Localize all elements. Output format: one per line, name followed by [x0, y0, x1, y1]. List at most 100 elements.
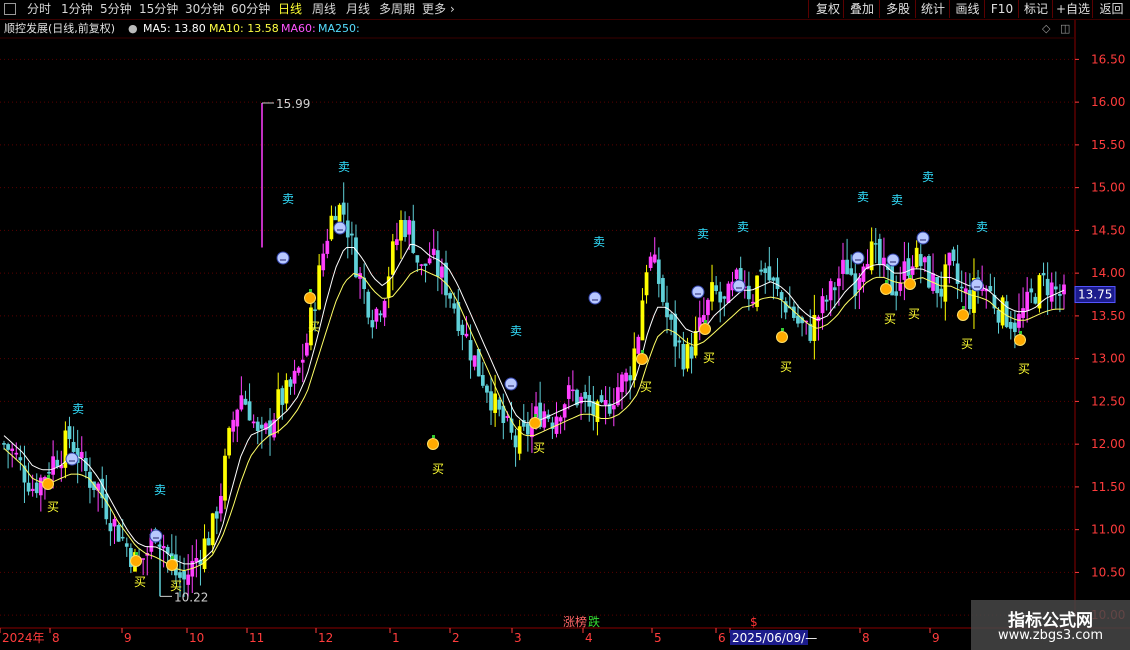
buy-signal-label: 买	[908, 307, 920, 321]
down-candle	[280, 388, 285, 405]
buy-orange-icon	[1014, 334, 1026, 346]
buy-orange-icon	[166, 559, 178, 571]
back-button[interactable]: 返回	[1092, 0, 1130, 18]
down-candle	[1053, 286, 1058, 290]
current-price-label: 13.75	[1078, 288, 1112, 302]
up-candle	[922, 257, 927, 263]
buy-orange-leaf	[781, 328, 784, 331]
tab-1min[interactable]: 1分钟	[61, 1, 93, 18]
down-candle	[259, 424, 264, 429]
up-candle	[898, 282, 903, 291]
tab-weekly[interactable]: 周线	[312, 1, 336, 18]
down-candle	[480, 375, 485, 386]
buy-orange-icon	[904, 278, 916, 290]
up-candle	[296, 367, 301, 373]
stock-title[interactable]: 顺控发展(日线,前复权)	[4, 20, 115, 38]
down-candle	[423, 263, 428, 266]
up-candle	[857, 277, 862, 290]
up-candle	[321, 253, 326, 271]
buy-orange-icon	[427, 438, 439, 450]
draw-line-button[interactable]: 画线	[949, 0, 985, 18]
down-candle	[366, 291, 371, 318]
price-grid	[0, 20, 1130, 629]
up-candle	[640, 300, 645, 341]
down-candle	[411, 220, 416, 253]
up-candle	[751, 301, 755, 304]
up-candle	[493, 393, 497, 413]
up-candle	[276, 389, 281, 419]
multi-stock-button[interactable]: 多股	[879, 0, 916, 18]
y-tick-label: 12.50	[1091, 394, 1125, 408]
up-candle	[910, 266, 915, 275]
y-tick-label: 14.00	[1091, 266, 1125, 280]
up-candle	[382, 300, 387, 318]
tab-30min[interactable]: 30分钟	[185, 1, 224, 18]
down-candle	[513, 435, 518, 448]
sell-signal-label: 卖	[593, 235, 605, 249]
adjust-button[interactable]: 复权	[808, 0, 847, 18]
sell-face-icon	[588, 291, 602, 305]
up-candle	[219, 495, 223, 514]
diamond-icon[interactable]: ◇	[1042, 20, 1050, 38]
up-candle	[1021, 308, 1025, 318]
sell-face-icon	[333, 221, 347, 235]
down-candle	[124, 543, 129, 547]
down-candle	[832, 287, 837, 291]
buy-orange-leaf	[135, 552, 138, 555]
x-tick-label: 12	[318, 631, 333, 645]
tab-15min[interactable]: 15分钟	[139, 1, 178, 18]
down-candle	[853, 273, 858, 296]
f10-button[interactable]: F10	[984, 0, 1019, 18]
tab-multi-period[interactable]: 多周期	[379, 1, 415, 18]
sell-signal-label: 卖	[510, 324, 522, 338]
candlestick-chart[interactable]: 15.9910.22 卖卖卖卖卖卖卖 卖卖 卖卖卖买买 买买买买买买买买 买买买 16.…	[0, 0, 1130, 650]
sell-face-icon	[886, 253, 900, 267]
down-candle	[116, 525, 121, 542]
down-candle	[2, 443, 6, 445]
up-candle	[194, 558, 199, 563]
tab-intraday[interactable]: 分时	[27, 1, 51, 18]
buy-signal-label: 买	[703, 351, 715, 365]
up-candle	[558, 417, 563, 422]
x-tick-label: 2025/06/09/—	[732, 631, 817, 645]
x-tick-label: 5	[654, 631, 662, 645]
buy-orange-icon	[699, 323, 711, 335]
statistics-button[interactable]: 统计	[915, 0, 950, 18]
up-candle	[38, 477, 43, 496]
down-candle	[767, 266, 772, 281]
up-candle	[79, 451, 84, 459]
mark-button[interactable]: 标记	[1018, 0, 1053, 18]
up-candle	[841, 259, 845, 274]
chevron-right-icon[interactable]: ›	[450, 1, 455, 18]
up-candle	[329, 215, 334, 240]
sell-face-icon	[504, 377, 518, 391]
panel-toggle-icon[interactable]: ◫	[1060, 20, 1070, 38]
overlay-button[interactable]: 叠加	[843, 0, 880, 18]
add-favorite-button[interactable]: +自选	[1052, 0, 1093, 18]
tab-60min[interactable]: 60分钟	[231, 1, 270, 18]
tab-monthly[interactable]: 月线	[346, 1, 370, 18]
settings-circle-icon[interactable]: ●	[128, 20, 138, 38]
up-candle	[505, 416, 510, 418]
buy-orange-leaf	[1019, 331, 1022, 334]
down-candle	[497, 399, 502, 410]
down-candle	[587, 395, 592, 407]
up-candle	[542, 411, 547, 428]
up-candle	[624, 372, 628, 382]
tab-5min[interactable]: 5分钟	[100, 1, 132, 18]
up-candle	[292, 370, 297, 384]
buy-orange-leaf	[885, 280, 888, 283]
buy-orange-icon	[130, 555, 142, 567]
up-candle	[399, 219, 403, 241]
up-candle	[14, 452, 19, 455]
watermark-url: www.zbgs3.com	[997, 628, 1104, 643]
down-candle	[120, 536, 125, 539]
tab-daily[interactable]: 日线	[278, 1, 302, 18]
buy-signal-label: 买	[432, 462, 444, 476]
window-icon[interactable]	[4, 3, 16, 15]
down-candle	[656, 259, 661, 284]
up-candle	[1062, 284, 1066, 295]
tab-more[interactable]: 更多	[422, 1, 446, 18]
buy-signal-label: 买	[533, 441, 545, 455]
up-candle	[395, 239, 399, 246]
